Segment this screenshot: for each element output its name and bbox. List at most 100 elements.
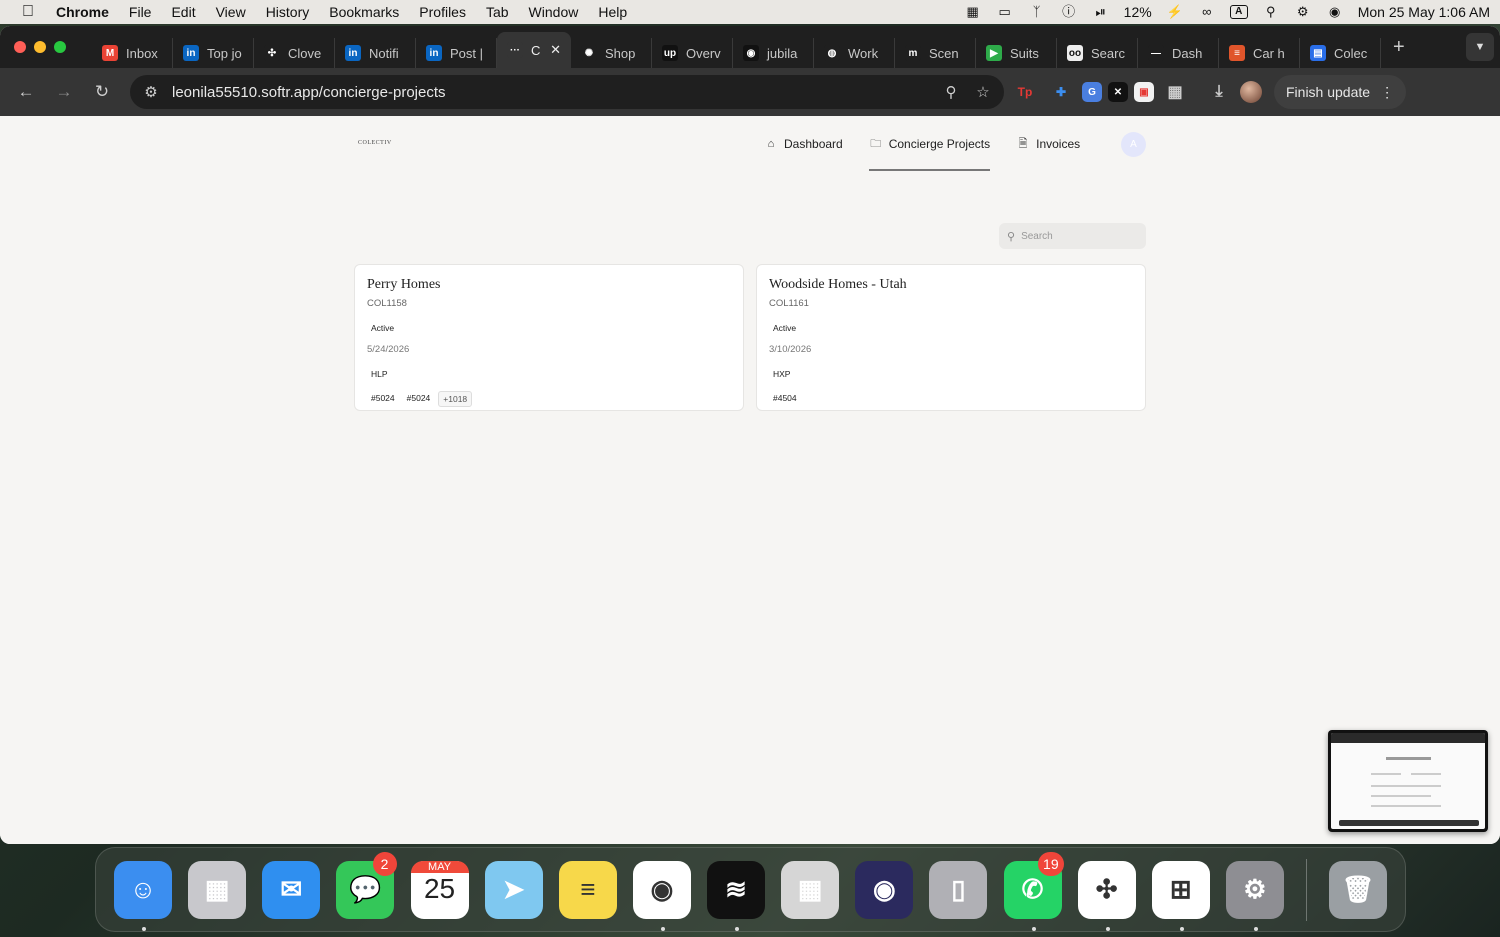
user-avatar[interactable]: A bbox=[1121, 132, 1146, 157]
download-icon[interactable]: ⤓ bbox=[1204, 77, 1234, 107]
back-arrow-icon[interactable]: ← bbox=[10, 76, 42, 108]
input-source-icon[interactable]: A bbox=[1229, 5, 1248, 19]
site-settings-icon[interactable]: ⚙ bbox=[140, 83, 162, 101]
dock-app-slack[interactable]: ✣ bbox=[1070, 852, 1144, 931]
menu-help[interactable]: Help bbox=[588, 4, 637, 20]
extension-translate-icon[interactable]: G bbox=[1082, 82, 1102, 102]
browser-tab[interactable]: ▶ Suits bbox=[976, 38, 1057, 68]
dock-app-messages[interactable]: 💬 2 bbox=[328, 852, 402, 927]
display-icon[interactable]: ▭ bbox=[996, 5, 1014, 19]
window-grid-icon[interactable]: ▦ bbox=[964, 5, 982, 19]
browser-tab[interactable]: ◉ jubila bbox=[733, 38, 814, 68]
dock-app-calendar[interactable]: MAY 25 bbox=[403, 852, 477, 927]
dock-app-chrome[interactable]: ◉ bbox=[625, 852, 699, 931]
close-tab-icon[interactable]: ✕ bbox=[550, 42, 561, 58]
url-text[interactable]: leonila55510.softr.app/concierge-project… bbox=[172, 84, 930, 101]
search-input[interactable] bbox=[1021, 230, 1132, 242]
running-indicator bbox=[735, 927, 739, 931]
more-menu-icon[interactable]: ⋮ bbox=[1380, 84, 1394, 101]
dock-app-iphone-mirroring[interactable]: ▯ bbox=[921, 852, 995, 927]
more-references-chip[interactable]: +1018 bbox=[438, 391, 473, 407]
thumbnail-image bbox=[1331, 733, 1485, 829]
menu-window[interactable]: Window bbox=[519, 4, 589, 20]
browser-tab[interactable]: ✺ Shop bbox=[571, 38, 652, 68]
bluetooth-icon[interactable]: ᛉ bbox=[1028, 5, 1046, 19]
dock-app-maps[interactable]: ➤ bbox=[477, 852, 551, 927]
finish-update-button[interactable]: Finish update ⋮ bbox=[1274, 75, 1407, 109]
extension-red-icon[interactable]: ▣ bbox=[1134, 82, 1154, 102]
profile-avatar[interactable] bbox=[1240, 81, 1262, 103]
browser-tab[interactable]: in Post | bbox=[416, 38, 497, 68]
bookmark-star-icon[interactable]: ☆ bbox=[972, 83, 994, 101]
browser-tab[interactable]: ≡ Car h bbox=[1219, 38, 1300, 68]
forward-arrow-icon[interactable]: → bbox=[48, 76, 80, 108]
apple-menu-icon[interactable]:  bbox=[10, 3, 46, 21]
new-tab-button[interactable]: + bbox=[1393, 36, 1405, 59]
address-bar[interactable]: ⚙ leonila55510.softr.app/concierge-proje… bbox=[130, 75, 1004, 109]
menu-bar-clock[interactable]: Mon 25 May 1:06 AM bbox=[1358, 4, 1490, 20]
browser-toolbar: ← → ↻ ⚙ leonila55510.softr.app/concierge… bbox=[0, 68, 1500, 116]
menu-view[interactable]: View bbox=[206, 4, 256, 20]
screenshot-thumbnail-preview[interactable] bbox=[1328, 730, 1488, 832]
browser-tab[interactable]: ··· C ✕ bbox=[497, 32, 571, 68]
menu-bookmarks[interactable]: Bookmarks bbox=[319, 4, 409, 20]
extension-plus-icon[interactable]: ✚ bbox=[1046, 77, 1076, 107]
running-indicator bbox=[1179, 927, 1184, 931]
extension-x-icon[interactable]: ✕ bbox=[1108, 82, 1128, 102]
project-card[interactable]: Woodside Homes - Utah COL1161 Active 3/1… bbox=[756, 264, 1146, 411]
extension-tp-icon[interactable]: Tp bbox=[1010, 77, 1040, 107]
play-circle-icon[interactable]: ⏯ bbox=[1092, 5, 1110, 19]
nav-dashboard[interactable]: ⌂ Dashboard bbox=[764, 134, 843, 154]
control-center-icon[interactable]: ⚙ bbox=[1294, 5, 1312, 19]
menu-file[interactable]: File bbox=[119, 4, 162, 20]
siri-icon[interactable]: ◉ bbox=[1326, 5, 1344, 19]
browser-tab[interactable]: ▤ Colec bbox=[1300, 38, 1381, 68]
site-logo[interactable]: COLECTIV bbox=[358, 140, 392, 146]
browser-tab[interactable]: ✣ Clove bbox=[254, 38, 335, 68]
dock-app-whatsapp[interactable]: ✆ 19 bbox=[996, 852, 1070, 931]
project-card[interactable]: Perry Homes COL1158 Active 5/24/2026 HLP… bbox=[354, 264, 744, 411]
tab-title: Colec bbox=[1334, 45, 1368, 61]
battery-icon[interactable]: ⚡ bbox=[1166, 5, 1184, 19]
browser-tab[interactable]: — Dash bbox=[1138, 38, 1219, 68]
browser-tab[interactable]: oo Searc bbox=[1057, 38, 1138, 68]
menu-app-name[interactable]: Chrome bbox=[46, 4, 119, 20]
zoom-icon[interactable]: ⚲ bbox=[940, 83, 962, 101]
search-field[interactable]: ⚲ bbox=[999, 223, 1146, 249]
spotlight-search-icon[interactable]: ⚲ bbox=[1262, 5, 1280, 19]
zoom-window-button[interactable] bbox=[54, 41, 66, 53]
dock-app-notes[interactable]: ≡ bbox=[551, 852, 625, 927]
menu-profiles[interactable]: Profiles bbox=[409, 4, 476, 20]
link-icon[interactable]: ∞ bbox=[1198, 5, 1216, 19]
dock-app-system-settings[interactable]: ⚙ bbox=[1218, 852, 1292, 931]
tab-strip: M Inbox in Top jo ✣ Clove in Notifi in Post | ··· C… bbox=[0, 26, 1500, 68]
menu-edit[interactable]: Edit bbox=[161, 4, 205, 20]
dock-app-windows-app[interactable]: ⊞ bbox=[1144, 852, 1218, 931]
nav-concierge-projects[interactable]: 🗀 Concierge Projects bbox=[868, 134, 991, 171]
browser-tab[interactable]: M Inbox bbox=[92, 38, 173, 68]
dock-app-finder[interactable]: ☺ bbox=[106, 852, 180, 931]
browser-tab[interactable]: in Notifi bbox=[335, 38, 416, 68]
dock-app-launchpad[interactable]: ▦ bbox=[180, 852, 254, 927]
reload-icon[interactable]: ↻ bbox=[86, 76, 118, 108]
tab-search-dropdown-icon[interactable]: ▼ bbox=[1466, 33, 1494, 61]
close-window-button[interactable] bbox=[14, 41, 26, 53]
dock-app-mail[interactable]: ✉ bbox=[254, 852, 328, 927]
browser-tab[interactable]: in Top jo bbox=[173, 38, 254, 68]
browser-tab[interactable]: up Overv bbox=[652, 38, 733, 68]
minimize-window-button[interactable] bbox=[34, 41, 46, 53]
dock-app-firefox[interactable]: ◉ bbox=[847, 852, 921, 927]
dock-app-trash[interactable]: 🗑 bbox=[1321, 852, 1395, 927]
menu-tab[interactable]: Tab bbox=[476, 4, 519, 20]
dock-app-calculator[interactable]: ▦ bbox=[773, 852, 847, 927]
trash-icon: 🗑 bbox=[1329, 860, 1388, 919]
notification-badge: 2 bbox=[372, 852, 397, 876]
accessibility-icon[interactable]: ⓘ bbox=[1060, 5, 1078, 19]
extensions-puzzle-icon[interactable]: ▦ bbox=[1160, 77, 1190, 107]
browser-tab[interactable]: ◍ Work bbox=[814, 38, 895, 68]
battery-percentage: 12% bbox=[1123, 4, 1152, 20]
nav-invoices[interactable]: 🗎 Invoices bbox=[1016, 134, 1080, 154]
menu-history[interactable]: History bbox=[256, 4, 320, 20]
dock-app-spotify[interactable]: ≋ bbox=[699, 852, 773, 931]
browser-tab[interactable]: m Scen bbox=[895, 38, 976, 68]
